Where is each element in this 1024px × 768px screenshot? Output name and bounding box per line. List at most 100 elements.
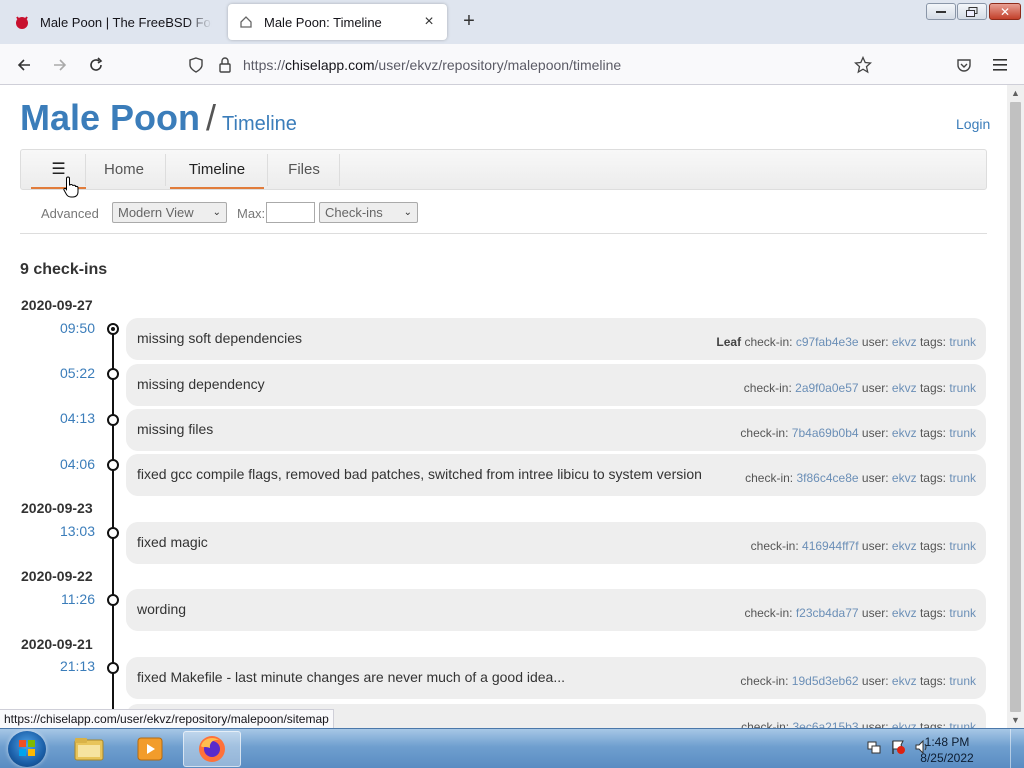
tag-link[interactable]: trunk: [949, 335, 976, 349]
entry-comment: missing files: [137, 421, 214, 437]
tag-link[interactable]: trunk: [949, 471, 976, 485]
tag-link[interactable]: trunk: [949, 539, 976, 553]
scroll-down-icon[interactable]: ▼: [1010, 714, 1021, 726]
tags-label: tags:: [919, 539, 946, 553]
user-link[interactable]: ekvz: [892, 606, 917, 620]
view-select[interactable]: Modern View ⌄: [112, 202, 227, 223]
url-host: chiselapp.com: [285, 57, 375, 73]
checkin-hash-link[interactable]: 3ec6a215b3: [792, 720, 858, 728]
login-link[interactable]: Login: [956, 116, 990, 132]
freebsd-icon: [14, 14, 30, 30]
entry-meta: check-in: 416944ff7f user: ekvz tags: tr…: [751, 539, 976, 553]
checkin-hash-link[interactable]: 2a9f0a0e57: [795, 381, 858, 395]
scroll-up-icon[interactable]: ▲: [1010, 87, 1021, 99]
menu-divider: [267, 154, 268, 186]
address-bar[interactable]: https://chiselapp.com/user/ekvz/reposito…: [180, 50, 880, 80]
checkin-label: check-in:: [740, 426, 789, 440]
media-player-taskbar-icon[interactable]: [121, 731, 179, 767]
entry-time[interactable]: 13:03: [40, 523, 95, 539]
checkin-hash-link[interactable]: f23cb4da77: [796, 606, 859, 620]
page-subtitle: Timeline: [222, 113, 297, 135]
reload-icon[interactable]: [82, 52, 110, 78]
bookmark-star-icon[interactable]: [853, 55, 873, 77]
entry-time[interactable]: 09:50: [40, 320, 95, 336]
scrollbar-thumb[interactable]: [1010, 102, 1021, 712]
menu-icon[interactable]: [986, 52, 1014, 78]
system-clock[interactable]: 1:48 PM 8/25/2022: [912, 734, 982, 766]
entry-time[interactable]: 04:06: [40, 456, 95, 472]
checkin-hash-link[interactable]: 3f86c4ce8e: [796, 471, 858, 485]
checkin-hash-link[interactable]: 19d5d3eb62: [792, 674, 859, 688]
checkin-hash-link[interactable]: 7b4a69b0b4: [792, 426, 859, 440]
checkin-label: check-in:: [744, 606, 793, 620]
user-link[interactable]: ekvz: [892, 539, 917, 553]
action-center-flag-icon[interactable]: [890, 739, 906, 755]
user-label: user:: [861, 606, 889, 620]
menu-item-timeline[interactable]: Timeline: [170, 150, 264, 189]
chevron-down-icon: ⌄: [403, 207, 412, 218]
advanced-link[interactable]: Advanced: [41, 206, 99, 221]
tab-timeline[interactable]: Male Poon: Timeline ×: [228, 4, 447, 40]
show-desktop-button[interactable]: [1010, 729, 1024, 768]
tags-label: tags:: [919, 720, 946, 728]
checkin-hash-link[interactable]: 416944ff7f: [802, 539, 859, 553]
entry-comment: fixed gcc compile flags, removed bad pat…: [137, 466, 702, 482]
user-link[interactable]: ekvz: [892, 335, 917, 349]
checkin-node-icon: [107, 414, 119, 426]
tag-link[interactable]: trunk: [949, 674, 976, 688]
chevron-down-icon: ⌄: [212, 207, 221, 218]
entry-time[interactable]: 04:13: [40, 410, 95, 426]
tag-link[interactable]: trunk: [949, 426, 976, 440]
page-scrollbar[interactable]: ▲ ▼: [1007, 85, 1024, 728]
close-window-button[interactable]: ✕: [989, 3, 1021, 20]
new-tab-button[interactable]: +: [457, 10, 481, 34]
tag-link[interactable]: trunk: [949, 720, 976, 728]
minimize-button[interactable]: [926, 3, 956, 20]
type-select[interactable]: Check-ins ⌄: [319, 202, 418, 223]
leaf-label: Leaf: [716, 335, 742, 349]
pocket-icon[interactable]: [950, 52, 978, 78]
shield-icon[interactable]: [188, 57, 204, 76]
entry-time[interactable]: 21:13: [40, 658, 95, 674]
date-header: 2020-09-21: [21, 636, 93, 652]
view-select-value: Modern View: [118, 205, 194, 220]
tags-label: tags:: [919, 426, 946, 440]
browser-nav-bar: https://chiselapp.com/user/ekvz/reposito…: [0, 44, 1024, 85]
tab-freebsd-forum[interactable]: Male Poon | The FreeBSD Forum: [4, 4, 222, 40]
user-link[interactable]: ekvz: [892, 674, 917, 688]
checkin-node-icon: [107, 527, 119, 539]
user-link[interactable]: ekvz: [892, 720, 917, 728]
menu-item-home[interactable]: Home: [87, 150, 161, 189]
file-explorer-taskbar-icon[interactable]: [60, 731, 118, 767]
start-button[interactable]: [8, 731, 46, 767]
entry-meta: check-in: 19d5d3eb62 user: ekvz tags: tr…: [740, 674, 976, 688]
user-link[interactable]: ekvz: [892, 426, 917, 440]
title-separator: /: [206, 97, 217, 138]
entry-time[interactable]: 05:22: [40, 365, 95, 381]
user-link[interactable]: ekvz: [892, 381, 917, 395]
menu-item-files[interactable]: Files: [271, 150, 337, 189]
tags-label: tags:: [919, 335, 946, 349]
forward-icon[interactable]: [46, 52, 74, 78]
checkin-hash-link[interactable]: c97fab4e3e: [796, 335, 859, 349]
user-link[interactable]: ekvz: [892, 471, 917, 485]
firefox-taskbar-icon[interactable]: [183, 731, 241, 767]
project-name[interactable]: Male Poon: [20, 97, 200, 138]
max-input[interactable]: [266, 202, 315, 223]
checkin-label: check-in:: [740, 674, 789, 688]
entry-time[interactable]: 11:26: [40, 591, 95, 607]
tags-label: tags:: [919, 381, 946, 395]
tag-link[interactable]: trunk: [949, 381, 976, 395]
tag-link[interactable]: trunk: [949, 606, 976, 620]
back-icon[interactable]: [10, 52, 38, 78]
url-path: /user/ekvz/repository/malepoon/timeline: [374, 57, 622, 73]
lock-icon[interactable]: [218, 57, 232, 76]
divider: [20, 233, 987, 234]
hand-cursor-icon: [63, 176, 79, 201]
entry-meta: check-in: 7b4a69b0b4 user: ekvz tags: tr…: [740, 426, 976, 440]
date-header: 2020-09-22: [21, 568, 93, 584]
restore-button[interactable]: [957, 3, 987, 20]
checkin-count: 9 check-ins: [20, 261, 108, 278]
network-icon[interactable]: [866, 739, 882, 755]
close-tab-icon[interactable]: ×: [421, 14, 437, 30]
